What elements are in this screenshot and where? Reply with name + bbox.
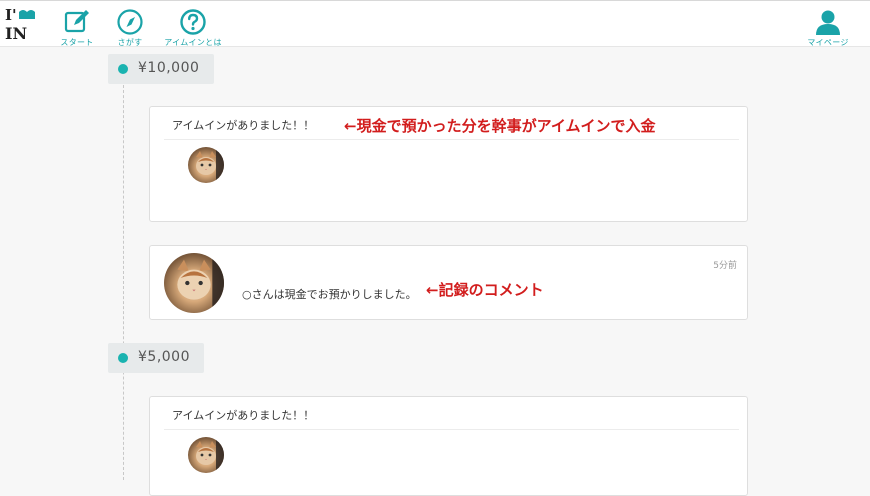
nav-search[interactable]: さがす	[114, 8, 146, 48]
user-icon	[816, 10, 840, 35]
aimin-message: アイムインがありました！！	[172, 119, 315, 132]
amount-value: ¥10,000	[138, 60, 200, 76]
comment-text: ○さんは現金でお預かりしました。	[242, 288, 417, 301]
amount-pill: ¥10,000	[108, 54, 214, 84]
nav-mypage-label: マイページ	[807, 38, 849, 47]
nav-start[interactable]: スタート	[58, 8, 96, 48]
svg-text:I': I'	[5, 6, 17, 24]
aimin-card: アイムインがありました！！	[149, 396, 748, 496]
amount-pill: ¥5,000	[108, 343, 204, 373]
nav-start-label: スタート	[60, 38, 94, 47]
edit-icon	[64, 10, 89, 33]
timeline-line	[123, 80, 124, 480]
deposit-annotation: ←現金で預かった分を幹事がアイムインで入金	[344, 117, 656, 135]
nav-mypage[interactable]: マイページ	[806, 8, 850, 48]
divider	[164, 429, 739, 430]
nav-search-label: さがす	[117, 38, 143, 47]
aimin-message: アイムインがありました！！	[172, 409, 315, 422]
avatar[interactable]	[164, 253, 224, 313]
question-icon	[180, 9, 206, 35]
nav-about-label: アイムインとは	[164, 38, 222, 47]
comment-annotation: ←記録のコメント	[426, 281, 544, 299]
compass-icon	[117, 9, 143, 35]
app-logo[interactable]: I' IN	[5, 5, 43, 43]
avatar[interactable]	[188, 147, 224, 183]
timeline-dot	[118, 353, 128, 363]
amount-value: ¥5,000	[138, 349, 190, 365]
svg-text:IN: IN	[5, 24, 27, 43]
avatar[interactable]	[188, 437, 224, 473]
timeline-dot	[118, 64, 128, 74]
divider	[164, 139, 739, 140]
top-navigation-bar: I' IN スタート さがす アイムインとは マイページ	[0, 0, 870, 47]
comment-timestamp: 5分前	[713, 261, 737, 271]
nav-about[interactable]: アイムインとは	[162, 8, 224, 48]
